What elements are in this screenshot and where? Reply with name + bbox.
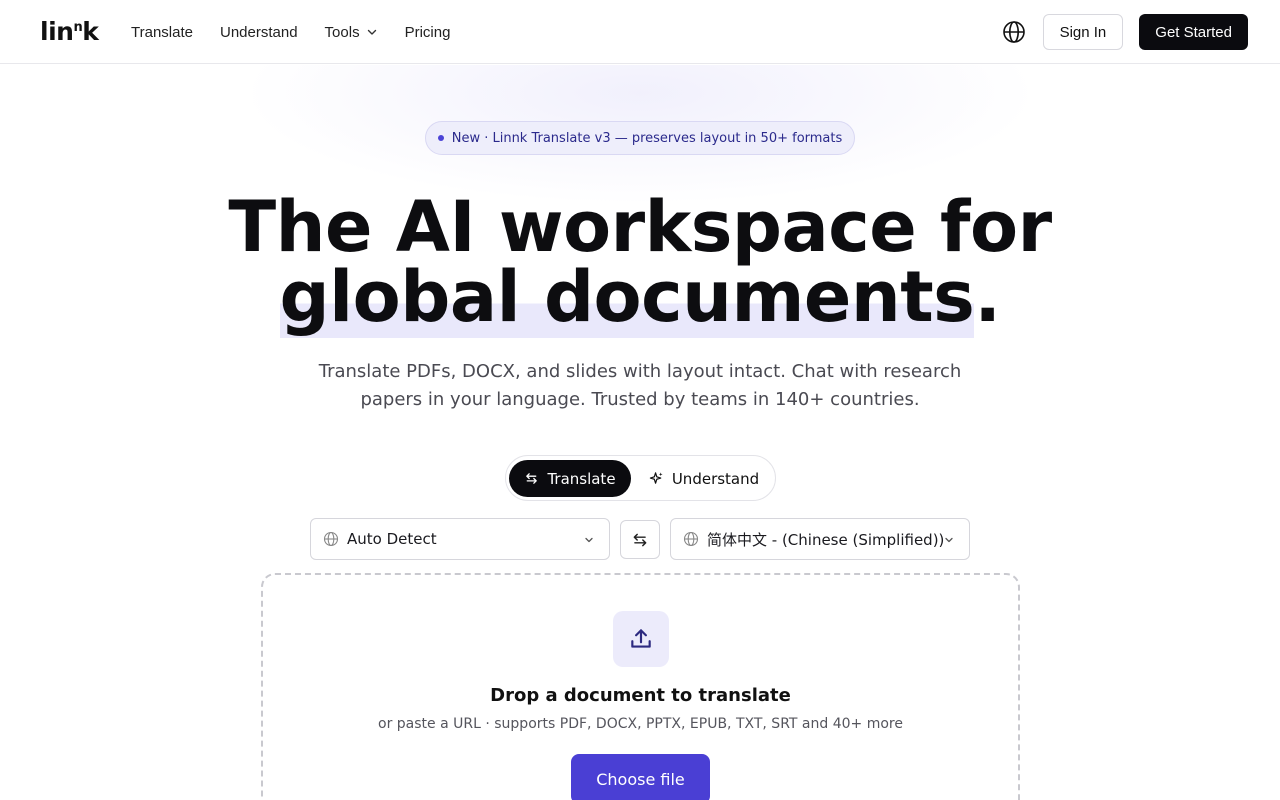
- logo-text-1: lin: [40, 17, 74, 46]
- mode-understand-label: Understand: [671, 469, 760, 488]
- upload-icon: [631, 629, 651, 648]
- badge-dot: [437, 135, 444, 141]
- get-started-button[interactable]: Get Started: [1139, 14, 1248, 50]
- top-navbar: lin n k Translate Understand Tools Pricing…: [0, 0, 1280, 64]
- header-actions: Sign In Get Started: [1001, 14, 1248, 50]
- nav-translate-label: Translate: [131, 23, 193, 41]
- nav-tools-dropdown[interactable]: Tools: [325, 24, 378, 41]
- swap-arrows-icon: [526, 473, 538, 484]
- source-language-select[interactable]: Auto Detect: [310, 518, 610, 560]
- chevron-down-icon: [367, 29, 376, 35]
- nav-understand[interactable]: Understand: [220, 24, 298, 41]
- swap-languages-button[interactable]: [620, 520, 660, 559]
- document-dropzone[interactable]: Drop a document to translate or paste a …: [261, 573, 1020, 800]
- target-language-select[interactable]: 简体中文 - (Chinese (Simplified)): [670, 518, 970, 560]
- sign-in-label: Sign In: [1059, 23, 1107, 41]
- announcement-badge[interactable]: New · Linnk Translate v3 — preserves lay…: [425, 121, 855, 155]
- badge-text: New · Linnk Translate v3 — preserves lay…: [451, 130, 843, 146]
- source-language-value: Auto Detect: [347, 530, 437, 548]
- logo-text-superscript: n: [73, 20, 83, 35]
- nav-understand-label: Understand: [219, 23, 298, 41]
- target-language-value: 简体中文 - (Chinese (Simplified)): [707, 530, 945, 549]
- sign-in-button[interactable]: Sign In: [1042, 14, 1124, 50]
- hero-headline: The AI workspace for global documents.: [0, 186, 1280, 338]
- nav-tools-label: Tools: [324, 23, 360, 41]
- get-started-label: Get Started: [1155, 23, 1232, 41]
- nav-translate[interactable]: Translate: [131, 24, 193, 41]
- mode-translate-tab[interactable]: Translate: [509, 460, 631, 497]
- dropzone-title: Drop a document to translate: [490, 685, 791, 706]
- choose-file-button[interactable]: Choose file: [571, 754, 710, 800]
- hero-subtitle: Translate PDFs, DOCX, and slides with la…: [318, 361, 962, 410]
- headline-period: .: [974, 256, 1001, 338]
- sparkle-icon: [649, 472, 663, 484]
- mode-toggle: Translate Understand: [505, 455, 776, 501]
- nav-pricing[interactable]: Pricing: [405, 24, 451, 41]
- linnk-logo[interactable]: lin n k: [40, 17, 99, 46]
- dropzone-subtitle: or paste a URL · supports PDF, DOCX, PPT…: [378, 716, 903, 732]
- swap-arrows-icon: [633, 533, 647, 546]
- nav-pricing-label: Pricing: [404, 23, 451, 41]
- upload-icon-tile: [613, 611, 669, 667]
- headline-line-2: global documents.: [0, 256, 1280, 338]
- headline-highlight: global documents: [279, 256, 975, 338]
- main-nav: Translate Understand Tools Pricing: [131, 0, 477, 64]
- globe-icon: [1002, 21, 1025, 43]
- language-switcher-button[interactable]: [1001, 19, 1027, 45]
- mode-translate-label: Translate: [547, 469, 616, 488]
- choose-file-label: Choose file: [596, 769, 685, 789]
- chevron-down-icon: [945, 537, 953, 543]
- chevron-down-icon: [585, 537, 593, 543]
- headline-line-1: The AI workspace for: [228, 186, 1052, 268]
- logo-text-2: k: [82, 17, 99, 46]
- mode-understand-tab[interactable]: Understand: [644, 460, 764, 497]
- globe-icon: [683, 531, 699, 547]
- globe-icon: [323, 531, 339, 547]
